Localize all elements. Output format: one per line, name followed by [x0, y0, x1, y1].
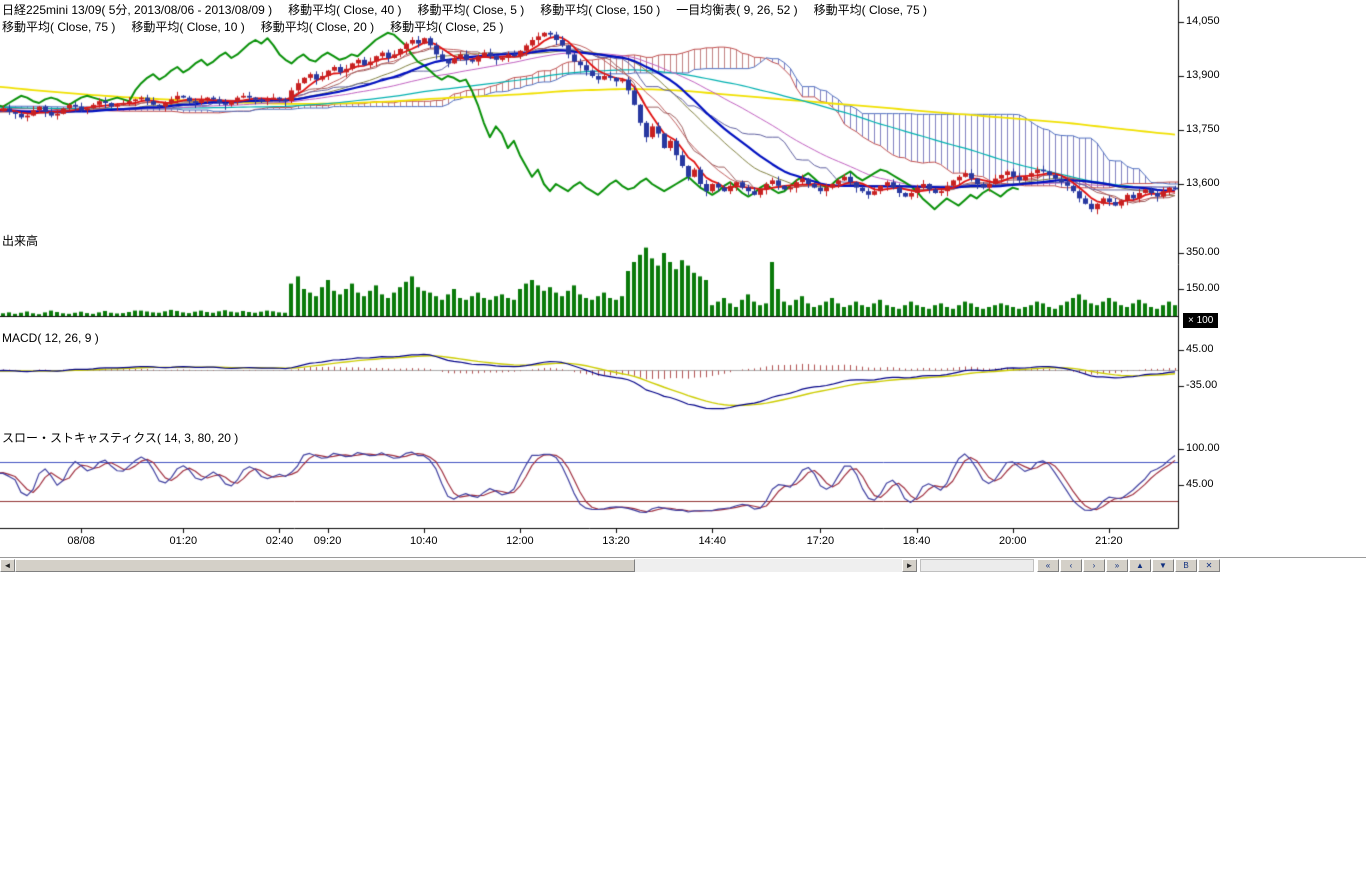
macd-pane-label: MACD( 12, 26, 9 ) [2, 331, 99, 345]
chart-application: 日経225mini 13/09( 5分, 2013/08/06 - 2013/0… [0, 0, 1366, 886]
scale-up-button[interactable]: ▲ [1129, 559, 1151, 572]
time-axis-label: 12:00 [490, 535, 550, 547]
y-axis-label: 14,050 [1186, 15, 1220, 27]
page-left-button[interactable]: « [1037, 559, 1059, 572]
box-mode-button[interactable]: B [1175, 559, 1197, 572]
stochastics-pane-label: スロー・ストキャスティクス( 14, 3, 80, 20 ) [2, 429, 238, 446]
time-axis-label: 09:20 [298, 535, 358, 547]
y-axis-label: 45.00 [1186, 343, 1214, 355]
legend-ma25: 移動平均( Close, 25 ) [390, 18, 503, 35]
scale-down-button[interactable]: ▼ [1152, 559, 1174, 572]
legend-ma150: 移動平均( Close, 150 ) [540, 1, 660, 18]
volume-unit-badge: × 100 [1183, 313, 1218, 328]
y-axis-label: 13,900 [1186, 69, 1220, 81]
step-right-button[interactable]: › [1083, 559, 1105, 572]
scrollbar-track[interactable] [15, 559, 902, 572]
chart-title: 日経225mini 13/09( 5分, 2013/08/06 - 2013/0… [2, 1, 272, 18]
y-axis-label: 45.00 [1186, 478, 1214, 490]
scrollbar-right-arrow[interactable]: ► [902, 559, 917, 572]
scrollbar-thumb[interactable] [15, 559, 635, 572]
chart-canvas[interactable] [0, 0, 1230, 556]
step-left-button[interactable]: ‹ [1060, 559, 1082, 572]
scrollbar-left-arrow[interactable]: ◄ [0, 559, 15, 572]
time-axis-label: 17:20 [790, 535, 850, 547]
y-axis-label: -35.00 [1186, 379, 1217, 391]
time-axis-label: 14:40 [682, 535, 742, 547]
y-axis-label: 150.00 [1186, 282, 1220, 294]
time-axis-label: 21:20 [1079, 535, 1139, 547]
y-axis-label: 13,600 [1186, 177, 1220, 189]
legend-ma20: 移動平均( Close, 20 ) [261, 18, 374, 35]
time-axis-label: 08/08 [51, 535, 111, 547]
legend-ma75-2: 移動平均( Close, 75 ) [2, 18, 115, 35]
legend-ichimoku: 一目均衡表( 9, 26, 52 ) [676, 1, 797, 18]
time-axis-label: 13:20 [586, 535, 646, 547]
secondary-scrollbar-track[interactable] [920, 559, 1034, 572]
close-chart-button[interactable]: ✕ [1198, 559, 1220, 572]
legend-row-1: 日経225mini 13/09( 5分, 2013/08/06 - 2013/0… [2, 1, 927, 18]
chart-toolbar: «‹›»▲▼B✕ [1037, 559, 1220, 572]
legend-ma5: 移動平均( Close, 5 ) [418, 1, 525, 18]
time-axis-label: 18:40 [887, 535, 947, 547]
volume-pane-label: 出来高 [2, 232, 38, 249]
y-axis-label: 100.00 [1186, 442, 1220, 454]
legend-ma40: 移動平均( Close, 40 ) [288, 1, 401, 18]
time-axis-label: 10:40 [394, 535, 454, 547]
page-right-button[interactable]: » [1106, 559, 1128, 572]
legend-ma75: 移動平均( Close, 75 ) [814, 1, 927, 18]
y-axis-label: 13,750 [1186, 123, 1220, 135]
y-axis-label: 350.00 [1186, 246, 1220, 258]
time-axis-label: 01:20 [153, 535, 213, 547]
chart-bottom-bar: ◄ ► «‹›»▲▼B✕ [0, 557, 1366, 574]
legend-ma10: 移動平均( Close, 10 ) [131, 18, 244, 35]
legend-row-2: 移動平均( Close, 75 ) 移動平均( Close, 10 ) 移動平均… [2, 18, 503, 35]
time-axis-label: 20:00 [983, 535, 1043, 547]
